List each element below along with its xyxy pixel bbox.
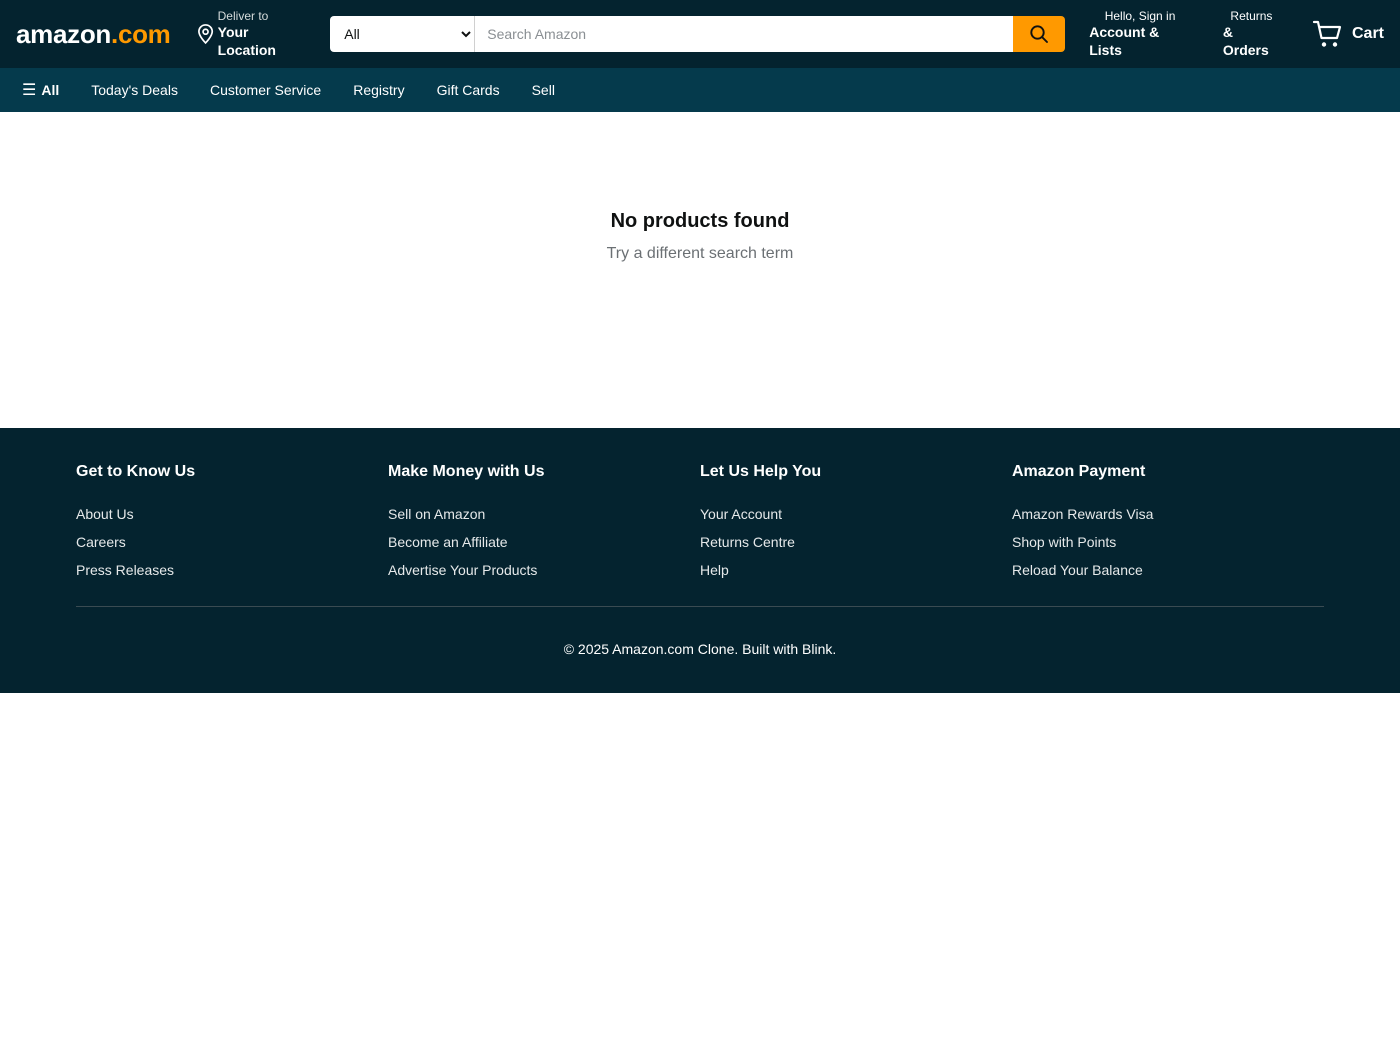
footer-column-title: Amazon Payment — [1012, 463, 1146, 480]
cart-button[interactable]: Cart — [1312, 18, 1384, 50]
footer-link-shop-with-points[interactable]: Shop with Points — [1012, 528, 1324, 556]
location-pin-icon — [197, 24, 213, 45]
account-greeting: Hello, Sign in — [1104, 9, 1176, 23]
orders-label: & Orders — [1222, 24, 1269, 58]
nav-all-label: All — [41, 82, 60, 98]
footer-link-careers[interactable]: Careers — [76, 528, 388, 556]
footer-column-title: Get to Know Us — [76, 463, 196, 480]
footer-column-title: Make Money with Us — [388, 463, 545, 480]
nav-link-todays-deals[interactable]: Today's Deals — [91, 82, 178, 98]
deliver-to-location[interactable]: Deliver to Your Location — [197, 9, 307, 59]
footer-link-help[interactable]: Help — [700, 556, 1012, 584]
footer-link-your-account[interactable]: Your Account — [700, 500, 1012, 528]
search-button[interactable] — [1013, 16, 1066, 52]
returns-and-orders[interactable]: Returns & Orders — [1223, 9, 1280, 59]
search-bar: All — [330, 16, 1066, 52]
search-results: No products found Try a different search… — [0, 112, 1400, 428]
account-label: Account & Lists — [1089, 24, 1160, 58]
cart-icon — [1312, 20, 1342, 47]
nav-link-customer-service[interactable]: Customer Service — [210, 82, 321, 98]
nav-link-registry[interactable]: Registry — [353, 82, 404, 98]
account-and-lists[interactable]: Hello, Sign in Account & Lists — [1089, 9, 1191, 59]
cart-label: Cart — [1352, 25, 1385, 42]
footer-link-about-us[interactable]: About Us — [76, 500, 388, 528]
copyright-text: © 2025 Amazon.com Clone. Built with Blin… — [563, 641, 837, 657]
amazon-logo[interactable]: amazon .com — [16, 19, 171, 50]
search-input[interactable] — [475, 16, 1014, 52]
nav-bar: ☰ All Today's Deals Customer Service Reg… — [0, 68, 1400, 112]
footer-divider — [76, 606, 1324, 607]
returns-label: Returns — [1230, 9, 1273, 23]
footer-column-make-money: Make Money with Us Sell on Amazon Become… — [388, 462, 700, 584]
nav-link-gift-cards[interactable]: Gift Cards — [437, 82, 500, 98]
footer-column-title: Let Us Help You — [700, 463, 822, 480]
logo-word: amazon — [16, 18, 112, 49]
footer-link-sell-on-amazon[interactable]: Sell on Amazon — [388, 500, 700, 528]
footer-column-get-to-know-us: Get to Know Us About Us Careers Press Re… — [76, 462, 388, 584]
page-footer: Get to Know Us About Us Careers Press Re… — [0, 428, 1400, 693]
footer-link-become-affiliate[interactable]: Become an Affiliate — [388, 528, 700, 556]
nav-link-sell[interactable]: Sell — [532, 82, 555, 98]
hamburger-menu-icon: ☰ — [22, 82, 37, 99]
footer-column-payment: Amazon Payment Amazon Rewards Visa Shop … — [1012, 462, 1324, 584]
nav-all-menu[interactable]: ☰ All — [22, 80, 59, 100]
deliver-label: Deliver to — [217, 9, 269, 23]
footer-link-advertise-products[interactable]: Advertise Your Products — [388, 556, 700, 584]
footer-link-returns-centre[interactable]: Returns Centre — [700, 528, 1012, 556]
empty-results-subtitle: Try a different search term — [606, 245, 794, 262]
footer-columns: Get to Know Us About Us Careers Press Re… — [76, 428, 1324, 584]
search-icon — [1030, 25, 1049, 43]
logo-suffix: .com — [111, 18, 171, 49]
search-category-select[interactable]: All — [330, 16, 476, 52]
top-header: amazon .com Deliver to Your Location All … — [0, 0, 1400, 68]
footer-link-press-releases[interactable]: Press Releases — [76, 556, 388, 584]
footer-column-help: Let Us Help You Your Account Returns Cen… — [700, 462, 1012, 584]
deliver-location: Your Location — [217, 24, 276, 58]
footer-link-reload-balance[interactable]: Reload Your Balance — [1012, 556, 1324, 584]
footer-link-rewards-visa[interactable]: Amazon Rewards Visa — [1012, 500, 1324, 528]
empty-results-title: No products found — [610, 210, 790, 232]
